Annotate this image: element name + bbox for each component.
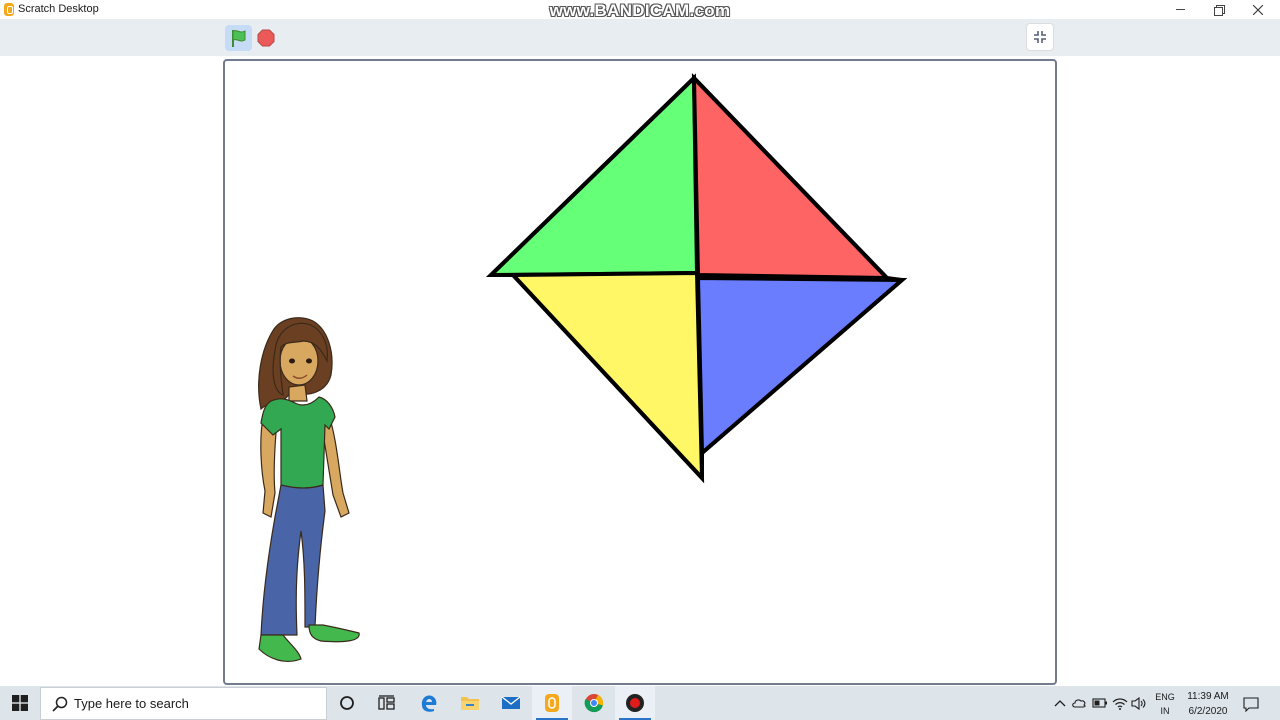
clock-date: 6/2/2020 xyxy=(1188,706,1228,717)
task-view-icon xyxy=(378,695,395,710)
stage[interactable] xyxy=(223,59,1057,685)
battery-tray[interactable] xyxy=(1092,695,1108,711)
notification-icon xyxy=(1243,696,1259,712)
windows-logo-icon xyxy=(12,695,28,711)
edge-button[interactable] xyxy=(409,686,449,720)
stop-button[interactable] xyxy=(254,25,278,51)
clock-time: 11:39 AM xyxy=(1187,691,1229,702)
bandicam-icon xyxy=(626,694,644,712)
close-button[interactable] xyxy=(1238,0,1278,19)
scratch-taskbar-button[interactable] xyxy=(532,686,572,720)
show-hidden-icons-button[interactable] xyxy=(1052,695,1068,711)
wifi-tray[interactable] xyxy=(1112,695,1128,711)
girl-sprite[interactable] xyxy=(258,317,360,662)
speaker-icon xyxy=(1131,696,1146,710)
chrome-button[interactable] xyxy=(574,686,614,720)
pinwheel-sprite[interactable] xyxy=(486,72,908,484)
left-shoe xyxy=(258,634,302,662)
taskbar-clock[interactable]: 11:39 AM 6/2/2020 xyxy=(1183,689,1233,719)
bandicam-watermark: www.BANDICAM.com xyxy=(549,1,731,20)
scratch-icon xyxy=(545,694,559,712)
minimize-icon xyxy=(1175,9,1185,10)
battery-icon xyxy=(1092,698,1107,708)
restore-icon xyxy=(1214,4,1225,16)
mail-icon xyxy=(501,696,521,709)
cloud-icon xyxy=(1072,699,1086,708)
stop-sign-icon xyxy=(257,29,275,47)
stage-canvas xyxy=(258,72,908,662)
scratch-app-icon xyxy=(4,3,14,16)
cortana-button[interactable] xyxy=(327,686,367,720)
cortana-icon xyxy=(340,696,354,710)
restore-button[interactable] xyxy=(1199,0,1239,19)
file-explorer-button[interactable] xyxy=(450,686,490,720)
exit-fullscreen-button[interactable] xyxy=(1026,23,1054,51)
language-code: ENG xyxy=(1155,692,1175,702)
windows-taskbar: Type here to search ENG IN 11:39 AM 6/2/… xyxy=(0,686,1280,720)
chrome-icon xyxy=(584,694,604,713)
volume-tray[interactable] xyxy=(1131,695,1147,711)
title-bar: Scratch Desktop www.BANDICAM.com xyxy=(0,0,1280,20)
right-shoe xyxy=(308,624,360,643)
bandicam-taskbar-button[interactable] xyxy=(615,686,655,720)
taskbar-search-box[interactable]: Type here to search xyxy=(40,687,327,720)
start-button[interactable] xyxy=(0,686,40,720)
region-code: IN xyxy=(1160,706,1170,716)
mail-button[interactable] xyxy=(491,686,531,720)
language-indicator[interactable]: ENG IN xyxy=(1154,690,1176,718)
window-title: Scratch Desktop xyxy=(18,3,99,15)
task-view-button[interactable] xyxy=(367,686,407,720)
search-icon xyxy=(51,695,69,713)
onedrive-tray[interactable] xyxy=(1071,695,1087,711)
minimize-button[interactable] xyxy=(1160,0,1200,19)
edge-icon xyxy=(421,695,437,712)
chevron-up-icon xyxy=(1054,700,1066,707)
green-flag-button[interactable] xyxy=(225,25,252,51)
action-center-button[interactable] xyxy=(1240,694,1262,714)
stage-controls-bar xyxy=(0,19,1280,56)
green-flag-icon xyxy=(231,29,245,47)
wifi-icon xyxy=(1112,697,1128,710)
search-placeholder: Type here to search xyxy=(74,696,189,711)
file-explorer-icon xyxy=(461,697,479,710)
unfullscreen-icon xyxy=(1034,31,1046,43)
close-icon xyxy=(1253,4,1263,15)
